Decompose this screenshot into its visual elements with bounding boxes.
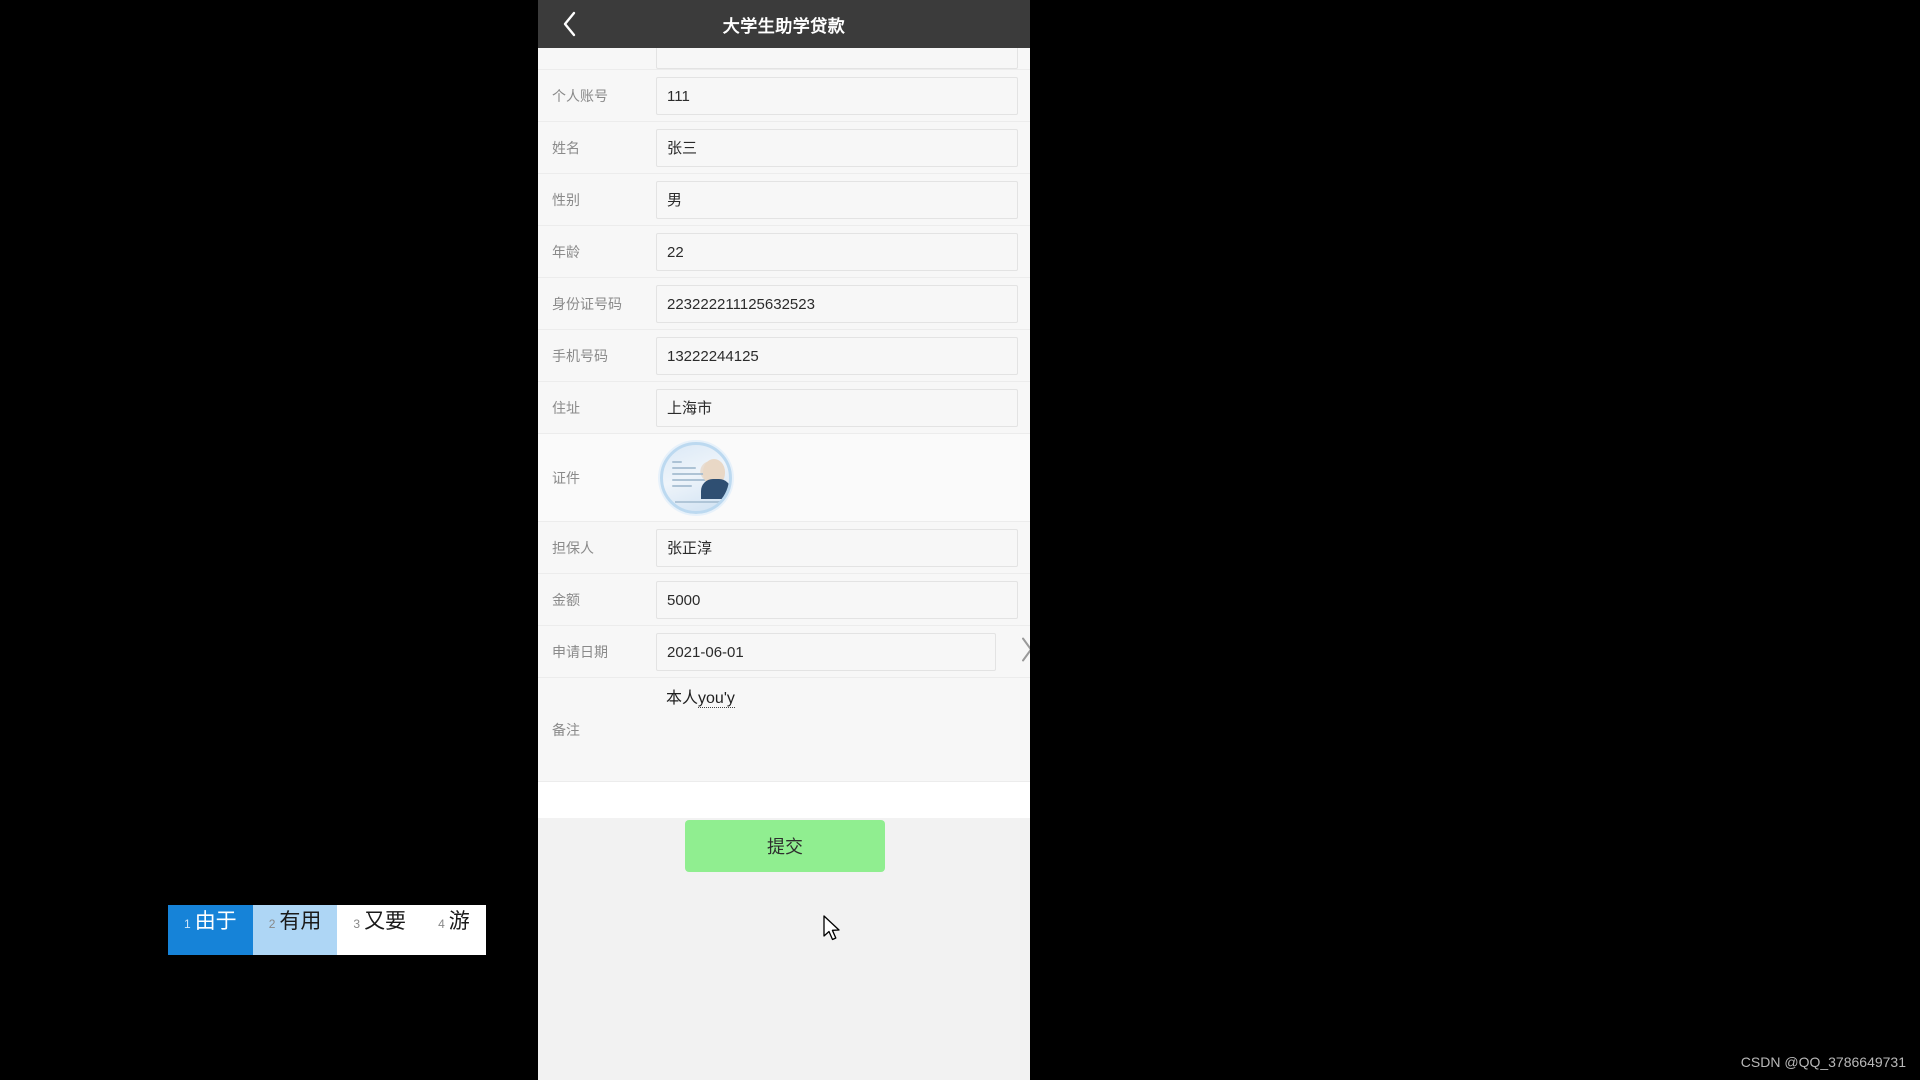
submit-button[interactable]: 提交 [685, 820, 885, 872]
remarks-committed-text: 本人 [666, 690, 699, 707]
certificate-media [656, 441, 1030, 514]
guarantor-input[interactable]: 张正淳 [656, 528, 1018, 567]
form-value-guarantor: 张正淳 [656, 528, 1030, 567]
form-row-account: 个人账号 111 [538, 70, 1030, 122]
form-value-phone: 13222244125 [656, 336, 1030, 375]
form-scroll-area[interactable]: 个人账号 111 姓名 张三 性别 男 年龄 22 身份证号码 22322221… [538, 48, 1030, 818]
form-row-apply-date[interactable]: 申请日期 2021-06-01 [538, 626, 1030, 678]
form-row-clipped [538, 48, 1030, 70]
ime-candidate-index-2: 2 [268, 917, 276, 931]
id-card-bottom-line [675, 500, 723, 503]
phone-viewport: 大学生助学贷款 个人账号 111 姓名 张三 性别 男 年龄 22 身份证号码 … [538, 0, 1030, 1080]
app-header: 大学生助学贷款 [538, 0, 1030, 48]
ime-candidate-1[interactable]: 1 由于 [168, 905, 253, 955]
screen-root: 大学生助学贷款 个人账号 111 姓名 张三 性别 男 年龄 22 身份证号码 … [0, 0, 1920, 1080]
ime-candidate-3[interactable]: 3 又要 [337, 905, 423, 955]
watermark-text: CSDN @QQ_3786649731 [1740, 1054, 1906, 1070]
form-row-age: 年龄 22 [538, 226, 1030, 278]
address-input[interactable]: 上海市 [656, 388, 1018, 427]
form-label-gender: 性别 [552, 191, 580, 208]
apply-date-input[interactable]: 2021-06-01 [656, 632, 996, 671]
form-label-name: 姓名 [552, 139, 580, 156]
form-value-apply-date: 2021-06-01 [656, 632, 1030, 671]
form-label-address: 住址 [552, 399, 580, 416]
id-number-input[interactable]: 223222211125632523 [656, 284, 1018, 323]
form-label-amount: 金额 [552, 591, 580, 608]
form-row-name: 姓名 张三 [538, 122, 1030, 174]
form-value-id-number: 223222211125632523 [656, 284, 1030, 323]
remarks-textarea[interactable]: 本人you'y [656, 688, 1018, 710]
form-label-guarantor: 担保人 [552, 539, 594, 556]
amount-input[interactable]: 5000 [656, 580, 1018, 619]
ime-candidate-4[interactable]: 4游 [422, 905, 486, 955]
form-value-address: 上海市 [656, 388, 1030, 427]
ime-candidate-bar[interactable]: 1 由于 2 有用 3 又要 4游 [168, 905, 486, 955]
ime-candidate-text-3: 又要 [364, 910, 407, 933]
portrait-torso [701, 478, 729, 499]
remarks-composing-text: you'y [698, 690, 735, 708]
form-label-id-number: 身份证号码 [552, 295, 622, 312]
form-row-guarantor: 担保人 张正淳 [538, 522, 1030, 574]
form-label-certificate: 证件 [552, 469, 580, 486]
form-row-amount: 金额 5000 [538, 574, 1030, 626]
form-label-account: 个人账号 [552, 87, 608, 104]
remarks-box[interactable]: 本人you'y [656, 678, 1030, 710]
form-value-amount: 5000 [656, 580, 1030, 619]
form-value-age: 22 [656, 232, 1030, 271]
phone-input[interactable]: 13222244125 [656, 336, 1018, 375]
form-label-phone: 手机号码 [552, 347, 608, 364]
ime-candidate-2[interactable]: 2 有用 [252, 905, 338, 955]
form-row-certificate: 证件 [538, 434, 1030, 522]
footer-area: 提交 [538, 818, 1030, 1080]
ime-candidate-text-4: 游 [448, 910, 470, 933]
back-button[interactable] [548, 0, 592, 48]
ime-candidate-text-1: 由于 [194, 910, 237, 933]
chevron-right-icon[interactable] [1018, 634, 1030, 669]
form-value-gender: 男 [656, 180, 1030, 219]
form-label-remarks: 备注 [552, 721, 580, 738]
chevron-left-icon [562, 11, 578, 37]
account-input[interactable]: 111 [656, 76, 1018, 115]
form-row-id-number: 身份证号码 223222211125632523 [538, 278, 1030, 330]
ime-candidate-index-4: 4 [438, 917, 445, 931]
form-row-remarks: 备注 本人you'y [538, 678, 1030, 782]
form-row-gender: 性别 男 [538, 174, 1030, 226]
page-title: 大学生助学贷款 [722, 16, 846, 36]
form-value-account: 111 [656, 76, 1030, 115]
form-label-apply-date: 申请日期 [552, 643, 608, 660]
form-input-clipped[interactable] [656, 48, 1018, 69]
form-row-address: 住址 上海市 [538, 382, 1030, 434]
form-row-phone: 手机号码 13222244125 [538, 330, 1030, 382]
age-input[interactable]: 22 [656, 232, 1018, 271]
form-value-clipped [656, 48, 1030, 69]
form-label-age: 年龄 [552, 243, 580, 260]
name-input[interactable]: 张三 [656, 128, 1018, 167]
gender-input[interactable]: 男 [656, 180, 1018, 219]
ime-candidate-text-2: 有用 [279, 910, 322, 933]
ime-candidate-index-1: 1 [184, 917, 191, 931]
ime-candidate-index-3: 3 [353, 917, 361, 931]
id-card-photo[interactable] [660, 441, 732, 514]
form-value-name: 张三 [656, 128, 1030, 167]
